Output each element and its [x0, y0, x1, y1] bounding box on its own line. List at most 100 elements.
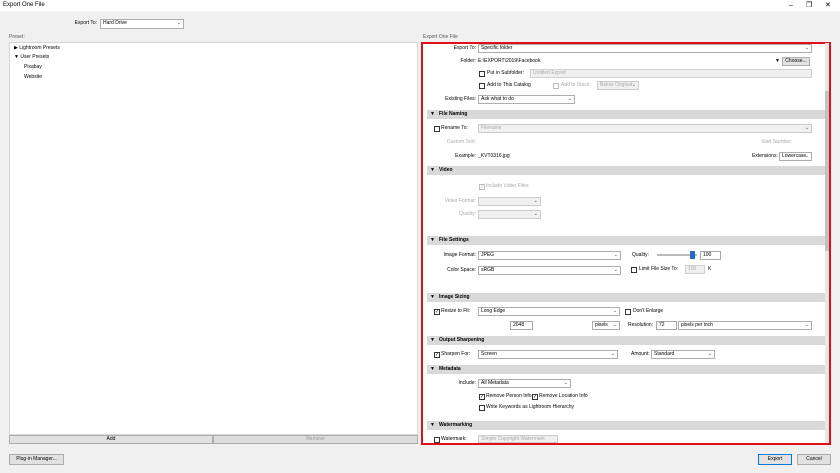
export-to-label: Export To: [74, 20, 97, 26]
include-label: Include: [458, 380, 476, 386]
image-format-value: JPEG [481, 252, 495, 258]
watermark-label: Watermark: [441, 436, 467, 442]
chevron-down-icon: ⌄ [563, 380, 568, 386]
chevron-down-icon: ⌄ [612, 308, 617, 314]
tree-item-user-presets[interactable]: ▼ User Presets [14, 54, 49, 61]
chevron-down-icon: ⌄ [631, 82, 636, 88]
resize-checkbox[interactable]: ✓ [434, 309, 440, 315]
caret-down-icon: ▼ [430, 337, 435, 343]
limit-file-size-input[interactable]: 100 [685, 265, 705, 274]
chevron-down-icon: ⌄ [804, 45, 809, 51]
rename-template-value: Filename [481, 125, 502, 131]
image-format-label: Image Format: [443, 252, 476, 258]
subfolder-checkbox[interactable] [479, 71, 485, 77]
remove-preset-button[interactable]: Remove [213, 435, 418, 444]
section-output-sharpening[interactable]: ▼ Output Sharpening [427, 336, 825, 345]
add-preset-button[interactable]: Add [9, 435, 213, 444]
cancel-button[interactable]: Cancel [797, 454, 831, 465]
existing-files-label: Existing Files: [445, 96, 476, 102]
resolution-label: Resolution: [628, 322, 654, 328]
limit-file-size-checkbox[interactable] [631, 267, 637, 273]
subfolder-input[interactable]: Untitled Export [530, 69, 812, 78]
section-title: Metadata [439, 366, 461, 372]
export-to-select[interactable]: Hard Drive ⌄ [100, 19, 184, 29]
add-to-catalog-label: Add to This Catalog [487, 82, 531, 88]
remove-location-info-checkbox[interactable]: ✓ [532, 394, 538, 400]
sharpen-for-select[interactable]: Screen ⌄ [478, 350, 618, 359]
sharpen-for-value: Screen [481, 351, 497, 357]
quality-input[interactable]: 100 [700, 251, 721, 260]
resolution-input[interactable]: 72 [656, 321, 677, 330]
size-input[interactable]: 2048 [510, 321, 533, 330]
amount-value: Standard [654, 351, 675, 357]
scrollbar-thumb[interactable] [825, 91, 829, 251]
section-metadata[interactable]: ▼ Metadata [427, 365, 825, 374]
minimize-icon[interactable]: – [789, 2, 793, 9]
video-format-select[interactable]: ⌄ [478, 197, 541, 206]
scrollbar[interactable] [825, 43, 829, 443]
include-video-checkbox[interactable]: ✓ [479, 184, 485, 190]
color-space-value: sRGB [481, 267, 495, 273]
section-watermarking[interactable]: ▼ Watermarking [427, 421, 825, 430]
write-keywords-checkbox[interactable] [479, 405, 485, 411]
export-button[interactable]: Export [758, 454, 792, 465]
amount-select[interactable]: Standard ⌄ [651, 350, 715, 359]
watermark-select[interactable]: Simple Copyright Watermark [478, 435, 558, 443]
chevron-down-icon: ⌄ [610, 351, 615, 357]
maximize-icon[interactable]: ❐ [806, 2, 812, 9]
subfolder-label: Put in Subfolder: [487, 70, 524, 76]
preset-item-pixabay[interactable]: Pixabay [24, 64, 42, 71]
chevron-down-icon: ⌄ [804, 125, 809, 131]
remove-person-info-checkbox[interactable]: ✓ [479, 394, 485, 400]
choose-folder-button[interactable]: Choose... [782, 57, 810, 66]
resize-mode-select[interactable]: Long Edge ⌄ [478, 307, 620, 316]
caret-down-icon: ▼ [430, 294, 435, 300]
section-title: Output Sharpening [439, 337, 485, 343]
chevron-down-icon: ⌄ [533, 211, 538, 217]
close-icon[interactable]: ✕ [825, 2, 831, 9]
export-to-location-label: Export To: [453, 45, 476, 51]
tree-item-lightroom-presets[interactable]: ▶ Lightroom Presets [14, 45, 60, 52]
resolution-unit-select[interactable]: pixels per inch ⌄ [678, 321, 812, 330]
chevron-down-icon: ⌄ [804, 322, 809, 328]
include-metadata-select[interactable]: All Metadata ⌄ [478, 379, 571, 388]
add-to-stack-checkbox[interactable] [553, 83, 559, 89]
section-video[interactable]: ▼ Video [427, 166, 825, 175]
color-space-select[interactable]: sRGB ⌄ [478, 266, 621, 275]
export-to-location-value: Specific folder [481, 45, 513, 51]
limit-file-size-label: Limit File Size To: [639, 266, 679, 272]
preset-item-website[interactable]: Website [24, 74, 42, 81]
rename-template-select[interactable]: Filename ⌄ [478, 124, 812, 133]
watermark-checkbox[interactable] [434, 437, 440, 443]
folder-label: Folder: [460, 58, 476, 64]
section-file-naming[interactable]: ▼ File Naming [427, 110, 825, 119]
rename-checkbox[interactable] [434, 126, 440, 132]
stack-position-select[interactable]: Below Original ⌄ [597, 81, 639, 90]
video-quality-label: Quality: [459, 211, 476, 217]
remove-location-info-label: Remove Location Info [539, 393, 588, 399]
limit-file-size-unit: K [708, 266, 712, 272]
size-unit-value: pixels [595, 322, 608, 328]
size-unit-select[interactable]: pixels ⌄ [592, 321, 620, 330]
video-quality-select[interactable]: ⌄ [478, 210, 541, 219]
plugin-manager-button[interactable]: Plug-in Manager... [9, 454, 64, 465]
video-format-label: Video Format: [444, 198, 476, 204]
image-format-select[interactable]: JPEG ⌄ [478, 251, 621, 260]
existing-files-select[interactable]: Ask what to do ⌄ [478, 95, 575, 104]
caret-down-icon: ▼ [430, 366, 435, 372]
rename-label: Rename To: [441, 125, 468, 131]
quality-slider-thumb[interactable] [690, 251, 695, 259]
sharpen-checkbox[interactable]: ✓ [434, 352, 440, 358]
custom-text-label: Custom Text: [446, 139, 476, 145]
extensions-select[interactable]: Lowercase ⌄ [779, 152, 812, 161]
section-image-sizing[interactable]: ▼ Image Sizing [427, 293, 825, 302]
add-to-catalog-checkbox[interactable] [479, 83, 485, 89]
include-video-label: Include Video Files: [486, 183, 530, 189]
folder-dropdown-icon[interactable]: ▼ [775, 58, 780, 65]
section-file-settings[interactable]: ▼ File Settings [427, 236, 825, 245]
caret-down-icon: ▼ [430, 422, 435, 428]
export-to-location-select[interactable]: Specific folder ⌄ [478, 44, 812, 53]
chevron-down-icon: ⌄ [533, 198, 538, 204]
existing-files-value: Ask what to do [481, 96, 514, 102]
dont-enlarge-checkbox[interactable] [625, 309, 631, 315]
